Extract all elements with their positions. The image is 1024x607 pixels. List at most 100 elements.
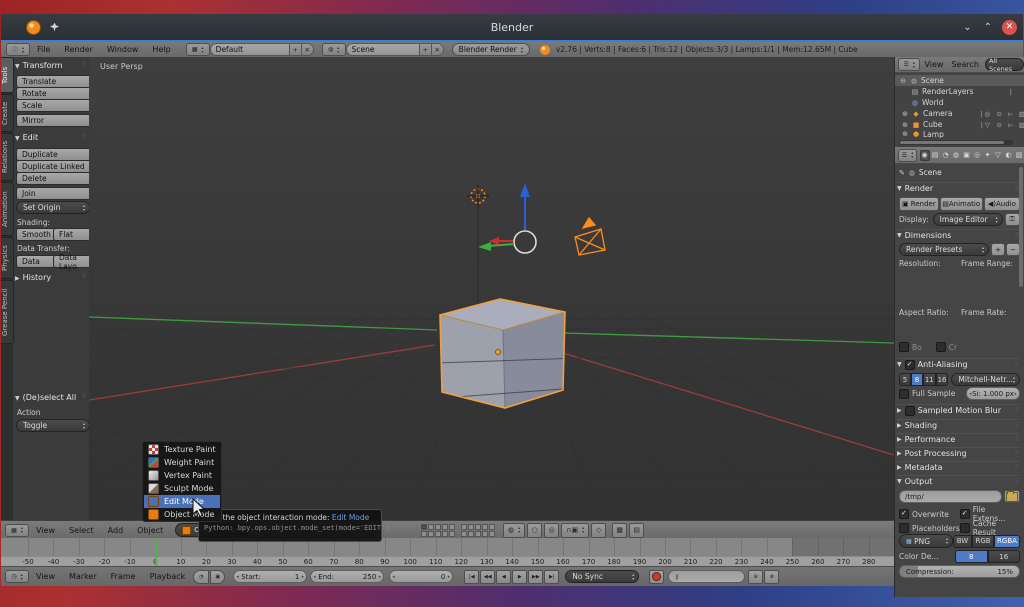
layer-cell[interactable] [475,531,481,537]
expander-icon[interactable]: ⊕ [901,110,909,118]
jump-end-button[interactable]: ▶| [544,570,559,584]
expander-icon[interactable]: ⊖ [899,77,907,85]
outliner-row-camera[interactable]: ⊕◆Camera| ◎⊙▻▧ [895,108,1024,119]
panel-header-history[interactable]: ▶History⠿ [15,273,87,282]
lock-interface-button[interactable]: ⚿ [1005,213,1020,226]
expander-icon[interactable]: ⊕ [901,130,909,138]
outliner-search-menu[interactable]: Search [951,60,978,69]
renderability-icon[interactable]: ▧ [1019,110,1024,118]
timeline-marker-menu[interactable]: Marker [69,572,97,581]
panel-grip-icon[interactable]: ⠿ [82,393,87,400]
proportional-edit-select[interactable]: ◎ [544,523,559,538]
menu-item-object-mode[interactable]: Object Mode [144,508,220,521]
timeline-playback-menu[interactable]: Playback [150,572,186,581]
aa-checkbox[interactable] [905,360,915,370]
insert-keyframe-button[interactable]: ⊕ [748,570,763,584]
panel-grip-icon[interactable]: ⠿ [1015,478,1020,485]
layer-cell[interactable] [468,524,474,530]
snap-select[interactable]: ∩▣ [561,523,589,538]
aa-samples-11[interactable]: 11 [923,373,936,386]
delete-layout-button[interactable]: ✕ [302,43,314,56]
file-format-select[interactable]: ▦ PNG [899,534,953,548]
layer-cell[interactable] [435,524,441,530]
layer-cell[interactable] [468,531,474,537]
outliner-row-renderlayers[interactable]: ▤RenderLayers|▦ [895,86,1024,97]
motion-blur-checkbox[interactable] [905,406,915,416]
lock-time-button[interactable]: ▣ [210,570,225,584]
join-button[interactable]: Join [16,187,93,200]
file-extensions-checkbox[interactable] [960,509,970,519]
current-frame-field[interactable]: 0 [389,570,453,583]
channels-bw[interactable]: BW [953,535,972,548]
add-menu[interactable]: Add [108,526,124,535]
layer-cell[interactable] [421,524,427,530]
depth-8[interactable]: 8 [955,550,988,563]
renderability-icon[interactable]: ▧ [1019,121,1024,129]
editor-type-button[interactable]: ☰ [898,149,917,162]
panel-grip-icon[interactable]: ⠿ [1015,464,1020,471]
outliner-row-cube[interactable]: ⊕■Cube| ▽⊙▻▧ [895,119,1024,130]
aa-samples-5[interactable]: 5 [899,373,911,386]
maximize-button[interactable]: ⌃ [984,22,992,33]
panel-header-post-processing[interactable]: ▶Post Processing⠿ [897,447,1020,459]
compression-slider[interactable]: Compression:15% [899,565,1020,578]
panel-header-output[interactable]: ▼Output⠿ [897,475,1020,487]
visibility-eye-icon[interactable]: ⊙ [997,121,1002,129]
sync-select[interactable]: No Sync [565,570,639,583]
view-menu[interactable]: View [36,526,55,535]
current-frame-line[interactable] [155,538,157,566]
delete-scene-button[interactable]: ✕ [432,43,444,56]
panel-header-render[interactable]: ▼Render⠿ [897,182,1020,194]
jump-start-button[interactable]: |◀ [464,570,479,584]
crop-checkbox[interactable] [936,342,946,352]
layer-cell[interactable] [421,531,427,537]
panel-header-edit[interactable]: ▼Edit⠿ [15,133,87,142]
tab-physics[interactable]: Physics [1,237,14,279]
tab-render[interactable]: ◉ [920,150,930,161]
panel-grip-icon[interactable]: ⠿ [1015,407,1020,414]
screen-layout-field[interactable]: Default [210,43,290,56]
layer-cell[interactable] [482,524,488,530]
mirror-button[interactable]: Mirror [16,114,93,127]
data-layout-button[interactable]: Data Layo [53,255,93,268]
render-opengl-anim-button[interactable]: ▤ [629,523,644,538]
outliner-view-menu[interactable]: View [924,60,943,69]
menu-item-vertex-paint[interactable]: Vertex Paint [144,469,220,482]
render-audio-button[interactable]: ◀)Audio [984,197,1020,211]
scene-field[interactable]: Scene [346,43,420,56]
layer-cell[interactable] [449,524,455,530]
layer-cell[interactable] [489,524,495,530]
tab-relations[interactable]: Relations [1,133,14,181]
layer-cell[interactable] [489,531,495,537]
layer-cell[interactable] [435,531,441,537]
aa-filter-select[interactable]: Mitchell-Netr... [951,373,1020,386]
flat-button[interactable]: Flat [53,228,93,241]
panel-grip-icon[interactable]: ⠿ [82,133,87,140]
tab-material[interactable]: ◐ [1004,150,1014,161]
vertical-scrollbar[interactable] [1019,167,1023,287]
render-still-button[interactable]: ▣ Render [899,197,939,211]
expander-icon[interactable]: ⊕ [901,121,909,129]
keying-set-field[interactable]: ⚷ [668,570,745,583]
remove-preset-button[interactable]: − [1006,243,1020,256]
tab-object[interactable]: ▣ [962,150,972,161]
layer-cell[interactable] [449,531,455,537]
viewport-shading-select[interactable]: ◍ [503,523,525,538]
layer-cell[interactable] [475,524,481,530]
timeline-frame-menu[interactable]: Frame [111,572,136,581]
timeline-view-menu[interactable]: View [36,572,55,581]
panel-header-shading[interactable]: ▶Shading⠿ [897,419,1020,431]
render-opengl-button[interactable]: ▦ [612,523,627,538]
set-origin-select[interactable]: Set Origin [16,201,90,214]
tab-texture[interactable]: ▨ [1014,150,1024,161]
menu-render[interactable]: Render [64,45,92,54]
timeline-tracks[interactable] [1,538,894,556]
auto-keyframe-button[interactable] [649,570,664,584]
tab-tools[interactable]: Tools [1,57,14,93]
data-button[interactable]: Data [16,255,56,268]
play-button[interactable]: ▶ [512,570,527,584]
select-menu[interactable]: Select [69,526,94,535]
layer-cell[interactable] [428,524,434,530]
panel-header-sampled-motion-blur[interactable]: ▶Sampled Motion Blur⠿ [897,404,1020,416]
outliner-row-lamp[interactable]: ⊕●Lamp [895,130,1024,138]
